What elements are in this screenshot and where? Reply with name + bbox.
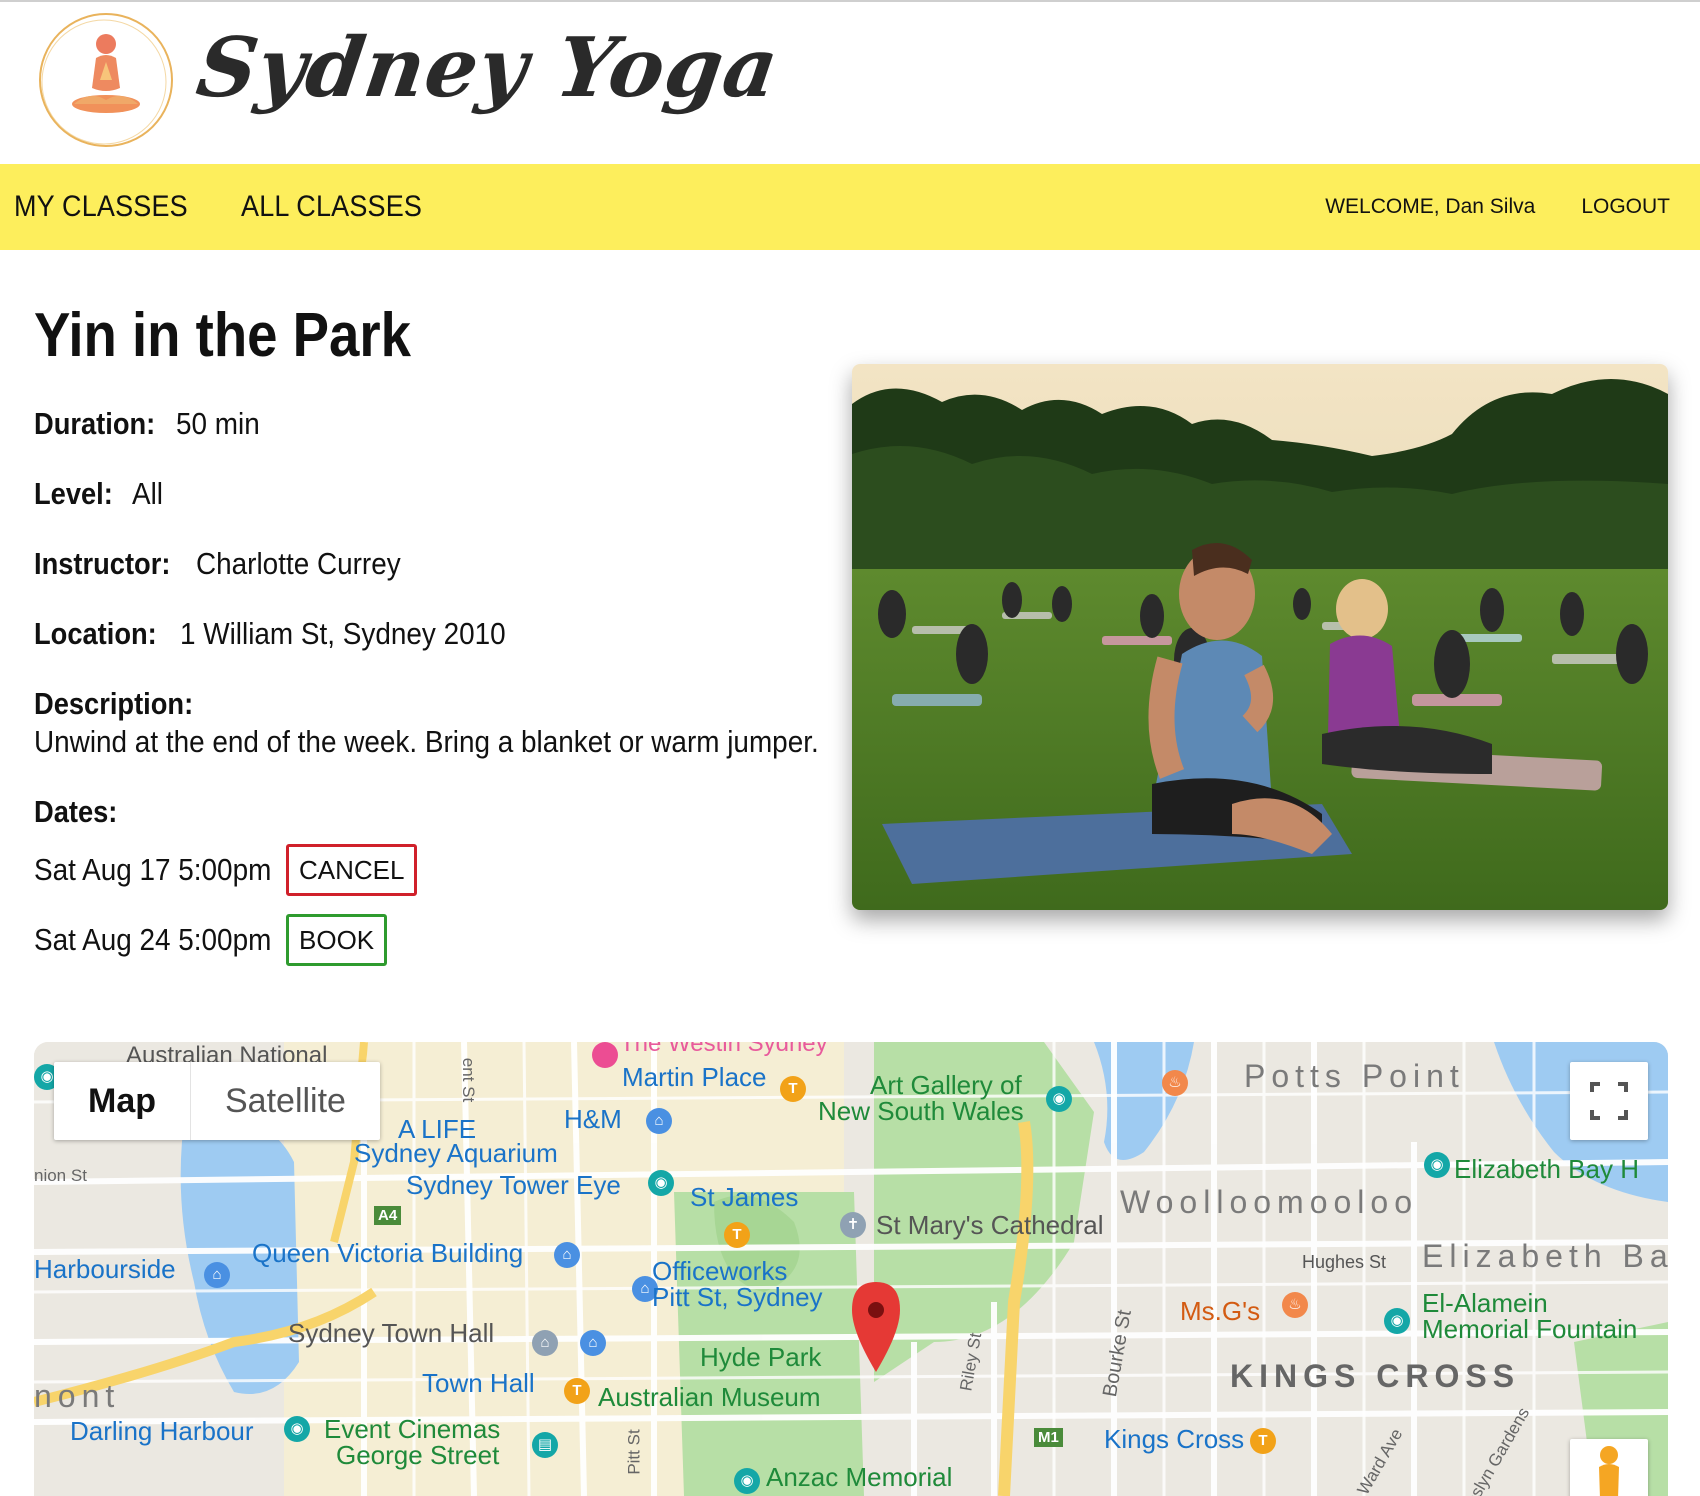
map-label: St James xyxy=(690,1182,799,1212)
class-photo xyxy=(852,364,1668,910)
instructor-row: Instructor: Charlotte Currey xyxy=(34,546,423,582)
map-attraction-icon[interactable]: ◉ xyxy=(284,1416,310,1442)
instructor-label: Instructor: xyxy=(34,546,171,581)
instructor-value: Charlotte Currey xyxy=(195,546,401,581)
description-value: Unwind at the end of the week. Bring a b… xyxy=(34,724,819,759)
map-label: Potts Point xyxy=(1244,1058,1465,1094)
level-row: Level: All xyxy=(34,476,167,512)
map-label: ent St xyxy=(459,1057,479,1103)
date-text: Sat Aug 17 5:00pm xyxy=(34,852,272,887)
map-type-satellite-button[interactable]: Satellite xyxy=(190,1062,380,1140)
map-train-station-icon[interactable]: T xyxy=(724,1222,750,1248)
map-label: Pitt St xyxy=(624,1429,644,1475)
map-label: Elizabeth Bay H xyxy=(1454,1154,1639,1184)
site-header: Sydney Yoga xyxy=(0,2,1700,164)
map-train-station-icon[interactable]: T xyxy=(1250,1428,1276,1454)
main-navbar: MY CLASSES ALL CLASSES WELCOME, Dan Silv… xyxy=(0,164,1700,250)
map-label: Sydney Tower Eye xyxy=(406,1170,621,1200)
location-row: Location: 1 William St, Sydney 2010 xyxy=(34,616,542,652)
map-restaurant-icon[interactable]: ♨ xyxy=(1162,1070,1188,1096)
user-name: Dan Silva xyxy=(1445,195,1536,218)
dates-label-row: Dates: xyxy=(34,794,129,830)
welcome-text: WELCOME, Dan Silva xyxy=(1325,195,1535,219)
map-label: Harbourside xyxy=(34,1254,176,1284)
logout-link[interactable]: LOGOUT xyxy=(1581,195,1670,219)
map-label: Queen Victoria Building xyxy=(252,1238,524,1268)
map-label: The Westin Sydney xyxy=(620,1042,828,1057)
book-class-button[interactable]: BOOK xyxy=(286,914,388,966)
duration-value: 50 min xyxy=(176,406,261,441)
map-label: Sydney Aquarium xyxy=(354,1138,558,1168)
description-value-row: Unwind at the end of the week. Bring a b… xyxy=(34,724,906,760)
map-label: Ms.G's xyxy=(1180,1296,1261,1326)
date-item: Sat Aug 24 5:00pm BOOK xyxy=(34,914,388,966)
map-label: Anzac Memorial xyxy=(766,1462,953,1492)
nav-my-classes-link[interactable]: MY CLASSES xyxy=(14,190,188,224)
nav-right-group: WELCOME, Dan Silva LOGOUT xyxy=(1325,164,1670,250)
map-poi-pin-icon[interactable] xyxy=(592,1042,618,1068)
brand-wordmark[interactable]: Sydney Yoga xyxy=(191,20,784,116)
nav-left-group: MY CLASSES ALL CLASSES xyxy=(14,164,442,250)
location-value: 1 William St, Sydney 2010 xyxy=(180,616,506,651)
map-label: Hughes St xyxy=(1302,1252,1387,1272)
map-church-icon[interactable]: ✝ xyxy=(840,1212,866,1238)
cancel-booking-button[interactable]: CANCEL xyxy=(286,844,418,896)
date-item: Sat Aug 17 5:00pm CANCEL xyxy=(34,844,418,896)
map-label: George Street xyxy=(336,1440,500,1470)
location-label: Location: xyxy=(34,616,157,651)
map-label: Australian Museum xyxy=(598,1382,821,1412)
description-label: Description: xyxy=(34,686,194,721)
map-label: Kings Cross xyxy=(1104,1424,1245,1454)
map-label: Darling Harbour xyxy=(70,1416,254,1446)
fullscreen-icon[interactable] xyxy=(1570,1062,1648,1140)
map-cinema-icon[interactable]: ▤ xyxy=(532,1432,558,1458)
map-label: Town Hall xyxy=(422,1368,535,1398)
map-label: Sydney Town Hall xyxy=(288,1318,495,1348)
map-label: Hyde Park xyxy=(700,1342,822,1372)
map-label: Elizabeth Ba xyxy=(1422,1238,1668,1274)
map-civic-icon[interactable]: ⌂ xyxy=(532,1330,558,1356)
street-view-pegman-icon[interactable] xyxy=(1570,1439,1648,1496)
map-attraction-icon[interactable]: ◉ xyxy=(1384,1308,1410,1334)
map-label: St Mary's Cathedral xyxy=(876,1210,1104,1240)
welcome-prefix: WELCOME, xyxy=(1325,195,1446,218)
location-map[interactable]: T ◉ ♨ ⌂ ◉ T ✝ ⌂ ⌂ ⌂ ◉ ♨ ◉ ⌂ ⌂ T T ◉ ▤ ◉ … xyxy=(34,1042,1668,1496)
map-train-station-icon[interactable]: T xyxy=(780,1076,806,1102)
map-restaurant-icon[interactable]: ♨ xyxy=(1282,1292,1308,1318)
map-attraction-icon[interactable]: ◉ xyxy=(734,1468,760,1494)
level-label: Level: xyxy=(34,476,113,511)
duration-row: Duration: 50 min xyxy=(34,406,269,442)
map-attraction-icon[interactable]: ◉ xyxy=(1046,1086,1072,1112)
map-label: H&M xyxy=(564,1104,622,1134)
map-attraction-icon[interactable]: ◉ xyxy=(648,1170,674,1196)
map-shopping-icon[interactable]: ⌂ xyxy=(646,1108,672,1134)
map-type-toggle: Map Satellite xyxy=(54,1062,380,1140)
map-route-badge: A4 xyxy=(374,1206,402,1225)
level-value: All xyxy=(132,476,164,511)
map-label: Memorial Fountain xyxy=(1422,1314,1638,1344)
map-label: Martin Place xyxy=(622,1062,767,1092)
date-text: Sat Aug 24 5:00pm xyxy=(34,922,272,957)
yoga-logo-icon[interactable] xyxy=(34,8,178,152)
map-train-station-icon[interactable]: T xyxy=(564,1378,590,1404)
description-label-row: Description: xyxy=(34,686,215,722)
map-label: New South Wales xyxy=(818,1096,1024,1126)
map-route-badge: M1 xyxy=(1034,1428,1063,1447)
class-title: Yin in the Park xyxy=(34,301,411,370)
dates-label: Dates: xyxy=(34,794,118,829)
map-shopping-icon[interactable]: ⌂ xyxy=(554,1242,580,1268)
map-label: nion St xyxy=(34,1166,87,1185)
nav-all-classes-link[interactable]: ALL CLASSES xyxy=(241,190,422,224)
map-shopping-icon[interactable]: ⌂ xyxy=(580,1330,606,1356)
map-label: nont xyxy=(34,1378,121,1414)
map-label: Pitt St, Sydney xyxy=(652,1282,823,1312)
duration-label: Duration: xyxy=(34,406,156,441)
map-label: KINGS CROSS xyxy=(1230,1358,1521,1394)
map-attraction-icon[interactable]: ◉ xyxy=(1424,1152,1450,1178)
map-label: Woolloomooloo xyxy=(1120,1184,1418,1220)
map-type-map-button[interactable]: Map xyxy=(54,1062,190,1140)
map-shopping-icon[interactable]: ⌂ xyxy=(204,1262,230,1288)
